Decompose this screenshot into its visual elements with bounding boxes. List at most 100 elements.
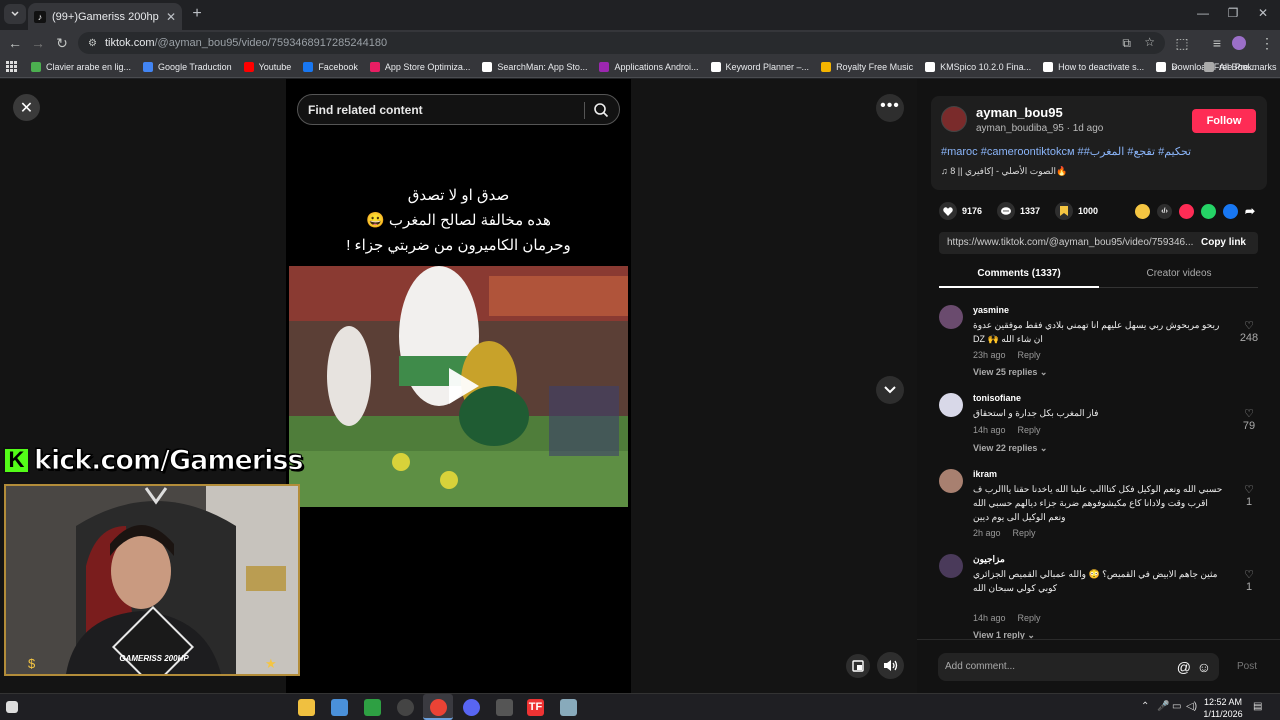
tab-list-icon[interactable]: ≡ bbox=[1208, 34, 1226, 52]
reply-button[interactable]: Reply bbox=[1018, 613, 1041, 623]
site-info-icon[interactable]: ⚙ bbox=[88, 38, 97, 49]
bookmark-item[interactable]: Clavier arabe en lig... bbox=[31, 61, 131, 72]
tray-overflow-icon[interactable]: ⌃ bbox=[1141, 701, 1149, 712]
commenter-avatar[interactable] bbox=[939, 469, 963, 493]
commenter-name[interactable]: ikram bbox=[973, 469, 997, 479]
author-avatar[interactable] bbox=[941, 106, 967, 132]
browser-tab[interactable]: ♪ (99+)Gameriss 200hp (@gameriss ✕ bbox=[28, 3, 182, 30]
commenter-name[interactable]: yasmine bbox=[973, 305, 1009, 315]
search-icon[interactable] bbox=[593, 102, 609, 118]
bookmark-star-icon[interactable]: ☆ bbox=[1144, 35, 1155, 49]
comment-like[interactable]: ♡ 248 bbox=[1238, 319, 1260, 344]
comment-like[interactable]: ♡ 1 bbox=[1238, 483, 1260, 508]
view-replies-button[interactable]: View 1 reply ⌄ bbox=[973, 630, 1035, 639]
add-comment-input[interactable]: Add comment... @ ☺ bbox=[938, 653, 1219, 681]
bookmark-item[interactable]: Applications Androi... bbox=[599, 61, 699, 72]
close-video-button[interactable]: ✕ bbox=[13, 94, 40, 121]
view-replies-button[interactable]: View 22 replies ⌄ bbox=[973, 443, 1047, 454]
like-stat[interactable]: 9176 bbox=[939, 202, 982, 220]
bookmark-item[interactable]: SearchMan: App Sto... bbox=[482, 61, 587, 72]
bookmark-item[interactable]: Youtube bbox=[243, 61, 291, 72]
tab-search-button[interactable] bbox=[4, 4, 26, 24]
post-hashtags[interactable]: #maroc #cameroontiktokcм #تحكيم# تقجع# ا… bbox=[941, 145, 1191, 158]
bookmark-item[interactable]: Facebook bbox=[303, 61, 358, 72]
app-icon[interactable] bbox=[560, 699, 577, 716]
minimize-icon[interactable]: — bbox=[1188, 6, 1218, 20]
commenter-avatar[interactable] bbox=[939, 554, 963, 578]
chrome-icon[interactable] bbox=[430, 699, 447, 716]
repost-icon[interactable] bbox=[1135, 204, 1150, 219]
heart-outline-icon[interactable]: ♡ bbox=[1238, 407, 1260, 420]
reply-button[interactable]: Reply bbox=[1013, 528, 1036, 538]
post-comment-button[interactable]: Post bbox=[1237, 661, 1257, 672]
share-link-box[interactable]: https://www.tiktok.com/@ayman_bou95/vide… bbox=[939, 232, 1258, 254]
address-bar[interactable]: ⚙ tiktok.com/@ayman_bou95/video/75934689… bbox=[78, 32, 1165, 54]
comment-icon[interactable] bbox=[997, 202, 1015, 220]
more-bookmarks-icon[interactable]: » bbox=[1172, 62, 1177, 72]
next-video-button[interactable] bbox=[876, 376, 904, 404]
copy-link-button[interactable]: Copy link bbox=[1201, 232, 1246, 254]
start-icon[interactable] bbox=[6, 701, 18, 713]
author-name[interactable]: ayman_bou95 bbox=[976, 105, 1063, 120]
emoji-icon[interactable]: ☺ bbox=[1197, 653, 1211, 681]
microphone-icon[interactable]: 🎤 bbox=[1157, 701, 1169, 712]
reply-button[interactable]: Reply bbox=[1018, 350, 1041, 360]
view-replies-button[interactable]: View 25 replies ⌄ bbox=[973, 367, 1047, 378]
share-arrow-icon[interactable]: ➦ bbox=[1245, 204, 1260, 219]
bookmark-item[interactable]: KMSpico 10.2.0 Fina... bbox=[925, 61, 1031, 72]
all-bookmarks-folder[interactable]: All Bookmarks bbox=[1204, 61, 1277, 72]
search-input[interactable]: Find related content bbox=[297, 94, 620, 125]
commenter-avatar[interactable] bbox=[939, 305, 963, 329]
comment-stat[interactable]: 1337 bbox=[997, 202, 1040, 220]
back-icon[interactable]: ← bbox=[6, 34, 24, 52]
more-options-button[interactable]: ••• bbox=[876, 94, 904, 122]
terminal-icon[interactable] bbox=[496, 699, 513, 716]
facebook-icon[interactable] bbox=[1223, 204, 1238, 219]
save-stat[interactable]: 1000 bbox=[1055, 202, 1098, 220]
extensions-icon[interactable]: ⬚ bbox=[1173, 34, 1191, 52]
tab-comments[interactable]: Comments (1337) bbox=[939, 268, 1099, 279]
file-explorer-icon[interactable] bbox=[298, 699, 315, 716]
hashtags-rtl[interactable]: تحكيم# تقجع# المغرب# bbox=[1084, 146, 1191, 158]
play-icon[interactable] bbox=[443, 364, 483, 408]
comment-like[interactable]: ♡ 79 bbox=[1238, 407, 1260, 432]
volume-button[interactable] bbox=[877, 652, 904, 679]
apps-icon[interactable] bbox=[6, 61, 17, 72]
heart-outline-icon[interactable]: ♡ bbox=[1238, 568, 1260, 581]
commenter-name[interactable]: tonisofiane bbox=[973, 393, 1021, 403]
heart-outline-icon[interactable]: ♡ bbox=[1238, 319, 1260, 332]
reply-button[interactable]: Reply bbox=[1018, 425, 1041, 435]
close-tab-icon[interactable]: ✕ bbox=[166, 10, 176, 24]
app-icon[interactable] bbox=[364, 699, 381, 716]
picture-in-picture-button[interactable] bbox=[846, 654, 870, 678]
hashtags-ltr[interactable]: #maroc #cameroontiktokcм # bbox=[941, 146, 1084, 158]
embed-icon[interactable]: ‹/› bbox=[1157, 204, 1172, 219]
volume-tray-icon[interactable]: ◁) bbox=[1186, 701, 1197, 712]
profile-avatar[interactable] bbox=[1232, 36, 1246, 50]
network-icon[interactable]: ▭ bbox=[1172, 701, 1181, 712]
heart-outline-icon[interactable]: ♡ bbox=[1238, 483, 1260, 496]
bookmark-item[interactable]: Royalty Free Music bbox=[821, 61, 913, 72]
install-app-icon[interactable]: ⧉ bbox=[1122, 36, 1131, 51]
close-window-icon[interactable]: ✕ bbox=[1248, 6, 1278, 20]
tab-creator-videos[interactable]: Creator videos bbox=[1099, 268, 1259, 279]
forward-icon[interactable]: → bbox=[29, 34, 47, 52]
whatsapp-icon[interactable] bbox=[1201, 204, 1216, 219]
restore-icon[interactable]: ❐ bbox=[1218, 6, 1248, 20]
commenter-name[interactable]: مزاجيون bbox=[973, 554, 1005, 565]
bookmark-icon[interactable] bbox=[1055, 202, 1073, 220]
send-to-friends-icon[interactable] bbox=[1179, 204, 1194, 219]
notifications-icon[interactable]: ▤ bbox=[1253, 701, 1262, 712]
reload-icon[interactable]: ↻ bbox=[53, 34, 71, 52]
obs-icon[interactable] bbox=[397, 699, 414, 716]
heart-icon[interactable] bbox=[939, 202, 957, 220]
bookmark-item[interactable]: Google Traduction bbox=[143, 61, 232, 72]
discord-icon[interactable] bbox=[463, 699, 480, 716]
comment-like[interactable]: ♡ 1 bbox=[1238, 568, 1260, 593]
follow-button[interactable]: Follow bbox=[1192, 109, 1256, 133]
commenter-avatar[interactable] bbox=[939, 393, 963, 417]
system-clock[interactable]: 12:52 AM 1/11/2026 bbox=[1200, 696, 1246, 720]
menu-icon[interactable]: ⋮ bbox=[1258, 34, 1276, 52]
notepad-icon[interactable] bbox=[331, 699, 348, 716]
tf-app-icon[interactable]: TF bbox=[527, 699, 544, 716]
